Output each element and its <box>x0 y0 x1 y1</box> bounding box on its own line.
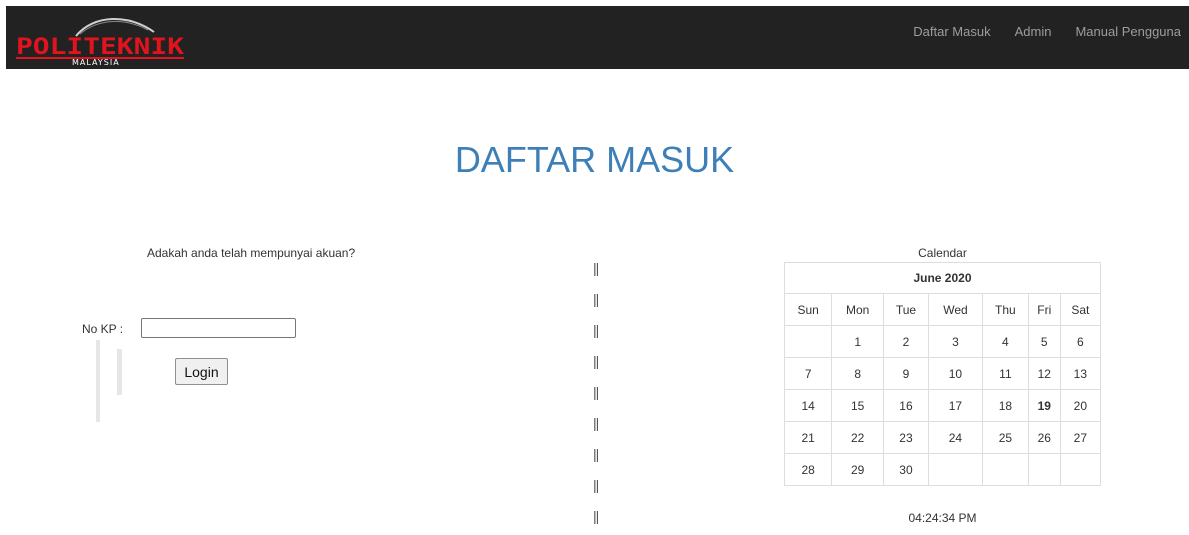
clock: 04:24:34 PM <box>908 511 977 525</box>
separator-mark: || <box>593 477 599 493</box>
separator-mark: || <box>593 322 599 338</box>
weekday-header: Tue <box>882 293 929 326</box>
calendar-empty-cell <box>981 453 1029 486</box>
calendar-day: 1 <box>831 325 884 358</box>
calendar-day: 14 <box>783 389 833 422</box>
nav-link-manual-pengguna[interactable]: Manual Pengguna <box>1063 24 1183 39</box>
separator-mark: || <box>593 260 599 276</box>
calendar-day: 27 <box>1059 421 1102 454</box>
navbar: POLITEKNIK MALAYSIA Daftar Masuk Admin M… <box>6 6 1189 69</box>
logo-subtext: MALAYSIA <box>72 58 120 67</box>
nav-link-admin[interactable]: Admin <box>1003 24 1064 39</box>
calendar-day: 7 <box>783 357 833 390</box>
calendar-day: 18 <box>981 389 1029 422</box>
calendar-day: 24 <box>927 421 983 454</box>
calendar-day: 22 <box>831 421 884 454</box>
calendar-day: 8 <box>831 357 884 390</box>
calendar-day: 5 <box>1027 325 1061 358</box>
separator-mark: || <box>593 384 599 400</box>
calendar-day: 21 <box>783 421 833 454</box>
weekday-header: Thu <box>981 293 1029 326</box>
calendar-day: 16 <box>882 389 929 422</box>
calendar-day: 17 <box>927 389 983 422</box>
calendar-empty-cell <box>1027 453 1061 486</box>
calendar-day: 29 <box>831 453 884 486</box>
account-question: Adakah anda telah mempunyai akuan? <box>147 246 356 260</box>
calendar-empty-cell <box>783 325 833 358</box>
calendar-day: 12 <box>1027 357 1061 390</box>
calendar-day: 23 <box>882 421 929 454</box>
separator-mark: || <box>593 353 599 369</box>
calendar-day: 26 <box>1027 421 1061 454</box>
calendar-day: 30 <box>882 453 929 486</box>
weekday-header: Sat <box>1059 293 1102 326</box>
nokp-label: No KP : <box>82 322 124 336</box>
form-inner-border <box>117 349 122 395</box>
calendar-week: 123456 <box>783 325 1102 358</box>
separator-mark: || <box>593 446 599 462</box>
separator-mark: || <box>593 415 599 431</box>
calendar-day: 10 <box>927 357 983 390</box>
politeknik-logo[interactable]: POLITEKNIK MALAYSIA <box>14 12 194 68</box>
calendar-day: 19 <box>1027 389 1061 422</box>
nav-link-daftar-masuk[interactable]: Daftar Masuk <box>901 24 1002 39</box>
calendar-day: 2 <box>882 325 929 358</box>
calendar-day: 13 <box>1059 357 1102 390</box>
weekday-header: Sun <box>783 293 833 326</box>
weekday-header: Wed <box>927 293 983 326</box>
separator-mark: || <box>593 291 599 307</box>
column-separator: || || || || || || || || || <box>593 256 603 535</box>
calendar-month: June 2020 <box>784 262 1101 294</box>
calendar-week: 7 8 9 10 11 12 13 <box>783 357 1102 390</box>
nav-links: Daftar Masuk Admin Manual Pengguna <box>901 6 1183 56</box>
calendar-day: 11 <box>981 357 1029 390</box>
calendar-week: 28 29 30 <box>783 453 1102 486</box>
logo-wordmark: POLITEKNIK <box>16 35 185 60</box>
separator-mark: || <box>593 508 599 524</box>
calendar-day: 4 <box>981 325 1029 358</box>
calendar-day: 25 <box>981 421 1029 454</box>
calendar-day: 9 <box>882 357 929 390</box>
calendar-week: 14 15 16 17 18 19 20 <box>783 389 1102 422</box>
calendar-caption: Calendar <box>918 246 967 260</box>
calendar-day: 6 <box>1059 325 1102 358</box>
calendar-empty-cell <box>927 453 983 486</box>
calendar-day: 28 <box>783 453 833 486</box>
weekday-header: Fri <box>1027 293 1061 326</box>
calendar: June 2020 Sun Mon Tue Wed Thu Fri Sat 12… <box>783 262 1102 486</box>
login-button[interactable]: Login <box>175 358 228 385</box>
calendar-day: 15 <box>831 389 884 422</box>
form-left-border <box>96 340 100 422</box>
page-title: DAFTAR MASUK <box>454 139 735 180</box>
nokp-input[interactable] <box>141 318 296 338</box>
calendar-empty-cell <box>1059 453 1102 486</box>
calendar-day: 20 <box>1059 389 1102 422</box>
calendar-week: 21 22 23 24 25 26 27 <box>783 421 1102 454</box>
weekday-header: Mon <box>831 293 884 326</box>
calendar-day: 3 <box>927 325 983 358</box>
